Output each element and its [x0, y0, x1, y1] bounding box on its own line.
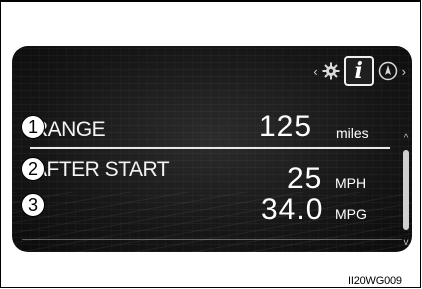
figure-caption: II20WG009: [348, 275, 402, 287]
info-glyph: i: [354, 58, 363, 84]
row-separator: [30, 147, 390, 149]
fuel-economy-value: 34.0: [261, 193, 324, 226]
callout-3: 3: [21, 193, 45, 217]
after-start-label: AFTER START: [33, 158, 170, 181]
callout-2: 2: [21, 157, 45, 181]
info-icon[interactable]: i: [343, 56, 374, 86]
chevron-right-icon[interactable]: ›: [402, 65, 406, 78]
range-value: 125: [259, 110, 313, 143]
compass-icon[interactable]: [378, 61, 398, 81]
chevron-left-icon[interactable]: ‹: [313, 65, 317, 78]
bottom-divider: [22, 239, 402, 240]
gear-icon[interactable]: [322, 62, 340, 80]
scrollbar[interactable]: ^ v: [401, 134, 411, 248]
average-speed-value: 25: [287, 162, 323, 195]
callout-1: 1: [21, 115, 45, 139]
multi-information-display: ‹ i › RANGE 125 miles AFTER START 25 MPH…: [12, 46, 412, 252]
range-unit: miles: [336, 125, 369, 141]
scroll-thumb[interactable]: [403, 150, 409, 230]
display-tab-bar: ‹ i ›: [313, 56, 406, 86]
scroll-up-icon[interactable]: ^: [401, 134, 411, 144]
fuel-economy-unit: MPG: [335, 206, 367, 222]
scroll-down-icon[interactable]: v: [401, 238, 411, 248]
average-speed-unit: MPH: [335, 175, 367, 191]
